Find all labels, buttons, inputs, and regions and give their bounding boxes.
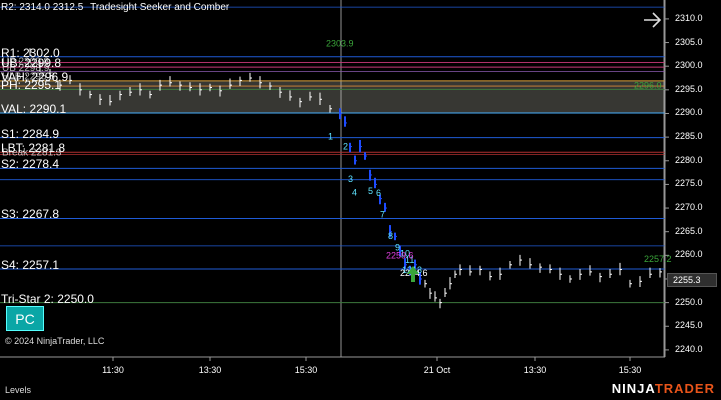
- pc-button-label: PC: [15, 310, 35, 327]
- price-tick-label: 2310.0: [675, 12, 703, 23]
- count-label: 6: [376, 188, 381, 198]
- last-price-marker: 2255.3: [667, 273, 717, 287]
- price-tick-label: 2245.0: [675, 320, 703, 331]
- copyright: © 2024 NinjaTrader, LLC: [5, 336, 105, 346]
- price-tick-label: 2295.0: [675, 83, 703, 94]
- scroll-right-icon[interactable]: [642, 10, 664, 30]
- level-label: UB: 2299.8: [1, 56, 62, 71]
- price-tick-label: 2270.0: [675, 202, 703, 213]
- pc-button[interactable]: PC: [6, 306, 44, 331]
- level-label: Tri-Star 2: 2250.0: [1, 291, 94, 306]
- time-tick-label: 15:30: [294, 365, 318, 375]
- price-tick-label: 2240.0: [675, 343, 703, 354]
- annotation-label: 2257.2: [644, 254, 672, 264]
- chart-title-overlay: R2: 2314.0 2312.5 Tradesight Seeker and …: [1, 2, 229, 13]
- indicator-name: Tradesight Seeker and Comber: [90, 2, 230, 13]
- level-label: S3: 2267.8: [1, 207, 60, 222]
- time-tick-label: 21 Oct: [423, 365, 451, 375]
- count-label: 8: [388, 231, 393, 241]
- level-label: VAL: 2290.1: [1, 102, 67, 116]
- count-label: 5: [368, 186, 373, 196]
- price-tick-label: 2300.0: [675, 60, 703, 71]
- price-chart[interactable]: 1234 5 6789101112 132303.92296.02259.6 2257.…: [0, 0, 721, 400]
- ninjatrader-logo: NINJATRADER: [612, 381, 715, 396]
- count-label: 1: [328, 131, 333, 141]
- buy-signal-arrow-icon: [406, 265, 420, 283]
- count-label: 3: [348, 174, 353, 184]
- level-label: LBT: 2281.8: [1, 141, 66, 156]
- count-label: 4: [352, 187, 357, 197]
- price-tick-label: 2265.0: [675, 225, 703, 236]
- title-overlay-text: R2: 2314.0 2312.5: [1, 2, 84, 13]
- price-tick-label: 2290.0: [675, 107, 703, 118]
- brand-right: TRADER: [654, 381, 715, 396]
- level-label: PH: 2295.1: [1, 78, 62, 93]
- price-tick-label: 2260.0: [675, 249, 703, 260]
- time-tick-label: 13:30: [198, 365, 222, 375]
- level-label: S1: 2284.9: [1, 126, 60, 141]
- price-tick-label: 2305.0: [675, 36, 703, 47]
- price-tick-label: 2285.0: [675, 131, 703, 142]
- time-tick-label: 15:30: [618, 365, 642, 375]
- last-price-value: 2255.3: [673, 275, 701, 285]
- tab-levels[interactable]: Levels: [5, 385, 31, 395]
- time-tick-label: 11:30: [102, 365, 124, 375]
- brand-left: NINJA: [611, 381, 655, 396]
- level-label: S4: 2257.1: [1, 258, 60, 273]
- level-label: S2: 2278.4: [1, 157, 60, 172]
- price-tick-label: 2250.0: [675, 296, 703, 307]
- annotation-label: 2259.6: [386, 251, 414, 261]
- count-label: 2: [343, 141, 348, 151]
- price-tick-label: 2280.0: [675, 154, 703, 165]
- annotation-label: 2296.0: [634, 80, 662, 90]
- price-tick-label: 2275.0: [675, 178, 703, 189]
- annotation-label: 2303.9: [326, 38, 354, 48]
- time-tick-label: 13:30: [523, 365, 547, 375]
- count-label: 7: [380, 210, 385, 220]
